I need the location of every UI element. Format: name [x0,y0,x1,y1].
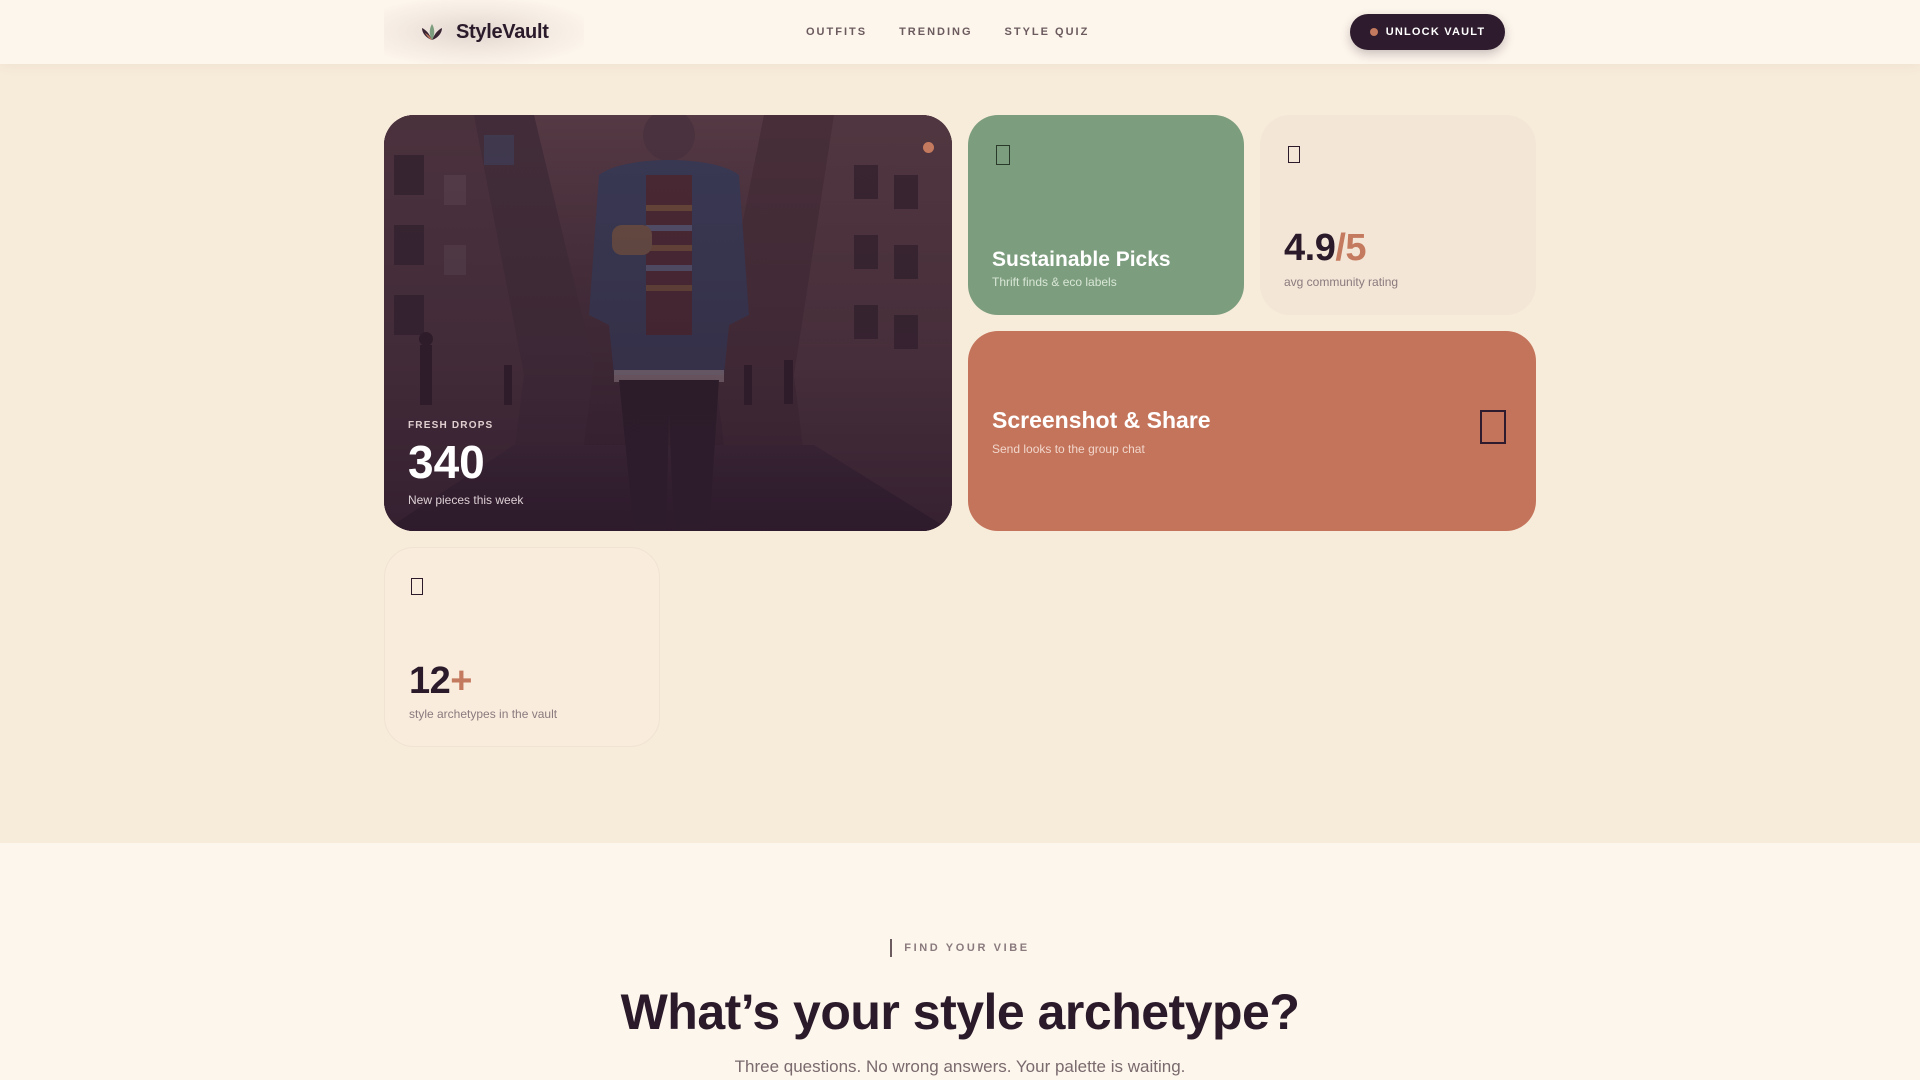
share-title: Screenshot & Share [992,407,1211,433]
unlock-vault-label: UNLOCK VAULT [1385,26,1486,38]
section-subline: Three questions. No wrong answers. Your … [734,1057,1186,1076]
sustainable-title: Sustainable Picks [992,248,1171,271]
archetypes-value: 12+ [409,660,472,702]
nav-style-quiz[interactable]: STYLE QUIZ [1005,26,1090,38]
archetypes-card[interactable]: 12+ style archetypes in the vault [384,547,660,747]
main-nav: OUTFITS TRENDING STYLE QUIZ [806,0,1121,64]
kicker-label: FIND YOUR VIBE [904,942,1030,954]
star-icon [1288,146,1300,163]
section-kicker: FIND YOUR VIBE [0,939,1920,957]
lotus-icon [420,21,446,43]
hero-stats: FRESH DROPS 340 New pieces this week [408,420,523,507]
screenshot-share-card[interactable]: Screenshot & Share Send looks to the gro… [968,331,1536,531]
sustainable-picks-card[interactable]: Sustainable Picks Thrift finds & eco lab… [968,115,1244,315]
rating-value: 4.9/5 [1284,227,1367,269]
hero-caption: New pieces this week [408,493,524,507]
archetypes-caption: style archetypes in the vault [409,707,558,721]
nav-trending[interactable]: TRENDING [899,26,972,38]
hero-eyebrow: FRESH DROPS [408,420,494,431]
nav-outfits[interactable]: OUTFITS [806,26,867,38]
sparkle-icon [411,578,423,595]
section-headline: What’s your style archetype? [620,984,1300,1040]
site-header: StyleVault OUTFITS TRENDING STYLE QUIZ U… [0,0,1920,64]
share-caption: Send looks to the group chat [992,442,1145,456]
quiz-section: FIND YOUR VIBE What’s your style archety… [0,843,1920,1080]
phone-icon[interactable] [1480,410,1506,444]
community-rating-card[interactable]: 4.9/5 avg community rating [1260,115,1536,315]
fresh-drops-card[interactable]: FRESH DROPS 340 New pieces this week [384,115,952,531]
hero-value: 340 [408,436,485,488]
brand-name: StyleVault [456,20,549,43]
live-indicator-dot [923,142,934,153]
rating-caption: avg community rating [1284,275,1399,289]
brand-logo[interactable]: StyleVault [384,0,584,64]
leaf-icon [996,145,1010,165]
unlock-vault-button[interactable]: UNLOCK VAULT [1350,14,1505,50]
sustainable-caption: Thrift finds & eco labels [992,275,1117,289]
status-dot [1369,28,1378,36]
kicker-bar [890,939,893,957]
